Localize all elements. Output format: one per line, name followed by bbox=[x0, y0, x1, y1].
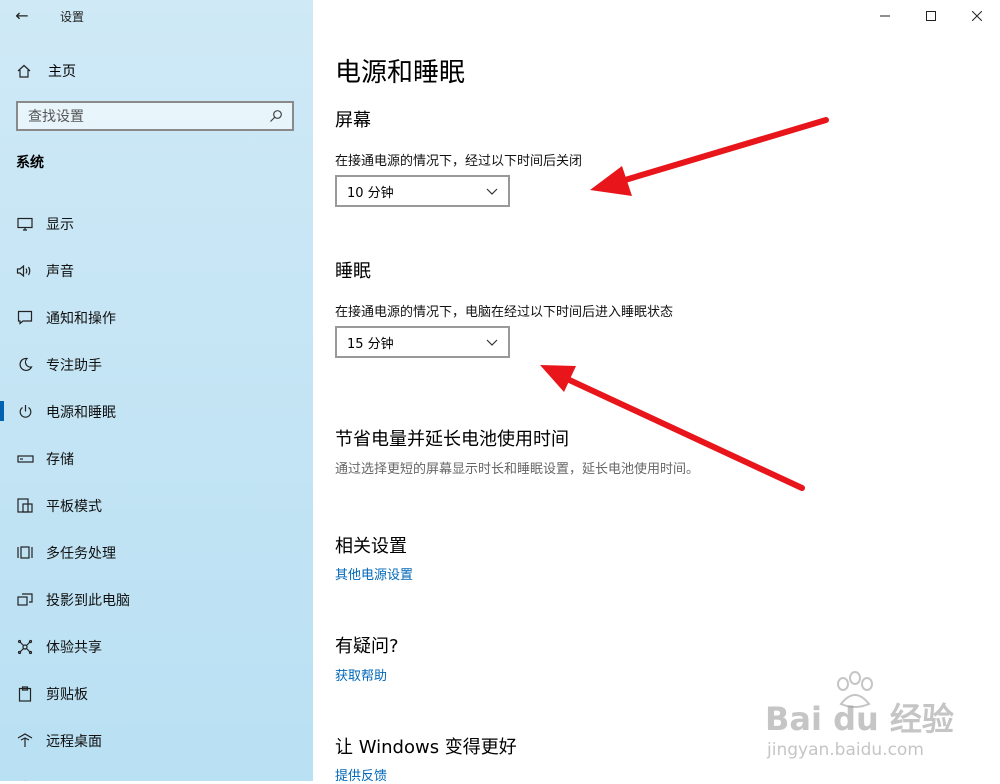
battery-heading: 节省电量并延长电池使用时间 bbox=[335, 429, 569, 450]
sidebar-item-storage[interactable]: 存储 bbox=[0, 435, 313, 482]
multitask-icon bbox=[16, 545, 34, 560]
message-icon bbox=[16, 310, 34, 325]
sidebar-item-label: 专注助手 bbox=[46, 357, 102, 374]
get-help-link[interactable]: 获取帮助 bbox=[335, 665, 387, 684]
nav-list: 显示 声音 通知和操作 专注助手 电源和睡眠 存储 平板模式 多任务处理 投影到… bbox=[0, 200, 313, 781]
sleep-description: 在接通电源的情况下，电脑在经过以下时间后进入睡眠状态 bbox=[335, 305, 674, 320]
sidebar-item-multitasking[interactable]: 多任务处理 bbox=[0, 529, 313, 576]
app-title: 设置 bbox=[60, 10, 85, 24]
maximize-button[interactable] bbox=[908, 0, 954, 32]
storage-icon bbox=[16, 454, 34, 464]
search-icon[interactable] bbox=[266, 109, 286, 123]
clipboard-icon bbox=[16, 685, 34, 702]
sidebar-item-power-sleep[interactable]: 电源和睡眠 bbox=[0, 388, 313, 435]
moon-icon bbox=[16, 357, 34, 372]
power-icon bbox=[16, 404, 34, 419]
section-label: 系统 bbox=[16, 155, 44, 171]
minimize-icon bbox=[880, 15, 890, 17]
sidebar-item-remote-desktop[interactable]: 远程桌面 bbox=[0, 717, 313, 764]
screen-heading: 屏幕 bbox=[335, 110, 371, 131]
sidebar-item-label: 体验共享 bbox=[46, 639, 102, 656]
sidebar-item-label: 剪贴板 bbox=[46, 686, 88, 703]
window-controls bbox=[862, 0, 1000, 32]
back-arrow-icon: ← bbox=[15, 6, 29, 25]
sidebar-item-tablet-mode[interactable]: 平板模式 bbox=[0, 482, 313, 529]
share-icon bbox=[16, 639, 34, 655]
close-icon bbox=[972, 11, 982, 21]
maximize-icon bbox=[926, 11, 936, 21]
sidebar-item-label: 远程桌面 bbox=[46, 733, 102, 750]
related-settings-heading: 相关设置 bbox=[335, 536, 407, 557]
search-box[interactable]: 查找设置 bbox=[16, 101, 294, 131]
battery-description: 通过选择更短的屏幕显示时长和睡眠设置，延长电池使用时间。 bbox=[335, 462, 700, 477]
remote-desktop-icon bbox=[16, 733, 34, 748]
home-label: 主页 bbox=[48, 64, 76, 80]
title-bar: ← 设置 bbox=[0, 0, 313, 32]
sidebar-item-clipboard[interactable]: 剪贴板 bbox=[0, 670, 313, 717]
sidebar-item-label: 显示 bbox=[46, 216, 74, 233]
sidebar-item-label: 通知和操作 bbox=[46, 310, 116, 327]
chevron-down-icon bbox=[486, 336, 498, 348]
minimize-button[interactable] bbox=[862, 0, 908, 32]
sidebar-item-display[interactable]: 显示 bbox=[0, 200, 313, 247]
sleep-timeout-dropdown[interactable]: 15 分钟 bbox=[335, 326, 510, 358]
back-button[interactable]: ← bbox=[10, 4, 34, 28]
home-icon bbox=[16, 63, 34, 79]
improve-windows-heading: 让 Windows 变得更好 bbox=[335, 737, 517, 758]
give-feedback-link[interactable]: 提供反馈 bbox=[335, 765, 387, 784]
sidebar-item-sound[interactable]: 声音 bbox=[0, 247, 313, 294]
question-heading: 有疑问? bbox=[335, 636, 399, 657]
chevron-down-icon bbox=[486, 185, 498, 197]
sidebar-item-notifications[interactable]: 通知和操作 bbox=[0, 294, 313, 341]
sidebar-item-label: 关于 bbox=[46, 778, 74, 782]
screen-timeout-dropdown[interactable]: 10 分钟 bbox=[335, 175, 510, 207]
sidebar-item-about[interactable]: 关于 bbox=[0, 764, 313, 782]
sidebar-item-focus-assist[interactable]: 专注助手 bbox=[0, 341, 313, 388]
page-title: 电源和睡眠 bbox=[335, 58, 466, 88]
tablet-icon bbox=[16, 498, 34, 513]
sidebar-item-shared-experiences[interactable]: 体验共享 bbox=[0, 623, 313, 670]
sidebar-item-label: 声音 bbox=[46, 263, 74, 280]
screen-timeout-value: 10 分钟 bbox=[347, 185, 394, 201]
sidebar-item-project-to-pc[interactable]: 投影到此电脑 bbox=[0, 576, 313, 623]
sleep-timeout-value: 15 分钟 bbox=[347, 336, 394, 352]
sidebar-item-label: 平板模式 bbox=[46, 498, 102, 515]
sidebar: ← 设置 主页 查找设置 系统 显示 声音 通知和操作 专注助手 电源和睡眠 存… bbox=[0, 0, 313, 781]
content-pane: 电源和睡眠 屏幕 在接通电源的情况下，经过以下时间后关闭 10 分钟 睡眠 在接… bbox=[313, 0, 1000, 784]
screen-description: 在接通电源的情况下，经过以下时间后关闭 bbox=[335, 154, 583, 169]
home-nav[interactable]: 主页 bbox=[16, 60, 76, 82]
additional-power-settings-link[interactable]: 其他电源设置 bbox=[335, 564, 413, 583]
search-input[interactable]: 查找设置 bbox=[18, 106, 266, 126]
sidebar-item-label: 存储 bbox=[46, 451, 74, 468]
monitor-icon bbox=[16, 217, 34, 231]
project-icon bbox=[16, 592, 34, 607]
speaker-icon bbox=[16, 264, 34, 278]
sidebar-item-label: 投影到此电脑 bbox=[46, 592, 130, 609]
sidebar-item-label: 电源和睡眠 bbox=[46, 404, 116, 421]
sidebar-item-label: 多任务处理 bbox=[46, 545, 116, 562]
sleep-heading: 睡眠 bbox=[335, 261, 371, 282]
close-button[interactable] bbox=[954, 0, 1000, 32]
